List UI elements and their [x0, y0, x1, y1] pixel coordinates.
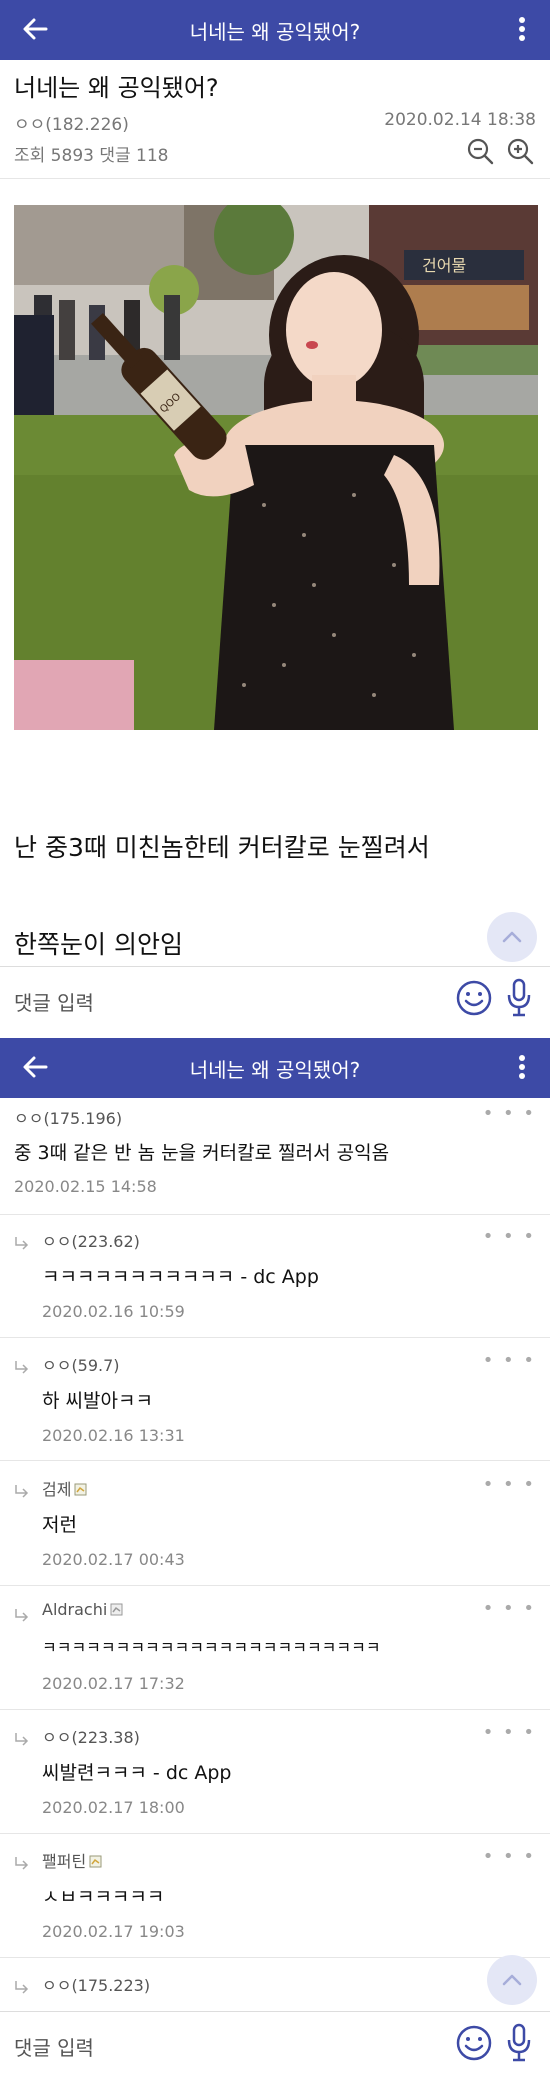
comment-more-button[interactable]: • • • — [483, 1598, 536, 1619]
scroll-top-button[interactable] — [487, 912, 537, 962]
reply-author[interactable]: Aldrachi — [42, 1600, 107, 1619]
post-stats: 조회 5893 댓글 118 — [14, 146, 169, 166]
post-author[interactable]: ㅇㅇ(182.226) — [14, 110, 129, 135]
photo-illustration: 건어물 QOO — [14, 205, 538, 730]
shop-sign-text: 건어물 — [422, 256, 466, 275]
comment-more-button[interactable]: • • • — [483, 1846, 536, 1867]
app-bar: 너네는 왜 공익됐어? — [0, 0, 550, 60]
reply-author[interactable]: 팰퍼틴 — [42, 1852, 86, 1871]
comment-author[interactable]: ㅇㅇ(175.196) — [14, 1105, 122, 1129]
reply-author[interactable]: ㅇㅇ(175.223) — [42, 1972, 150, 1996]
comment-text: 중 3때 같은 반 놈 눈을 커터칼로 찔러서 공익옴 — [14, 1142, 390, 1164]
comment-divider — [0, 1585, 550, 1586]
reply-author-with-badge[interactable]: 검제 — [42, 1476, 87, 1500]
reply-text: 씨발련ㅋㅋㅋ - dc App — [42, 1762, 232, 1784]
reply-text: ㅋㅋㅋㅋㅋㅋㅋㅋㅋㅋㅋㅋㅋㅋㅋㅋㅋㅋㅋㅋㅋㅋㅋ — [42, 1638, 381, 1657]
gallog-badge-icon — [89, 1855, 102, 1868]
comment-more-button[interactable]: • • • — [483, 1350, 536, 1371]
reply-author-with-badge[interactable]: 팰퍼틴 — [42, 1848, 102, 1872]
more-vertical-icon[interactable] — [516, 1052, 528, 1082]
comment-more-button[interactable]: • • • — [483, 1474, 536, 1495]
reply-date: 2020.02.16 13:31 — [42, 1426, 185, 1445]
reply-text: 하 씨발아ㅋㅋ — [42, 1390, 153, 1412]
reply-author-with-badge[interactable]: Aldrachi — [42, 1600, 123, 1619]
more-vertical-icon[interactable] — [516, 14, 528, 44]
mic-icon[interactable] — [505, 2022, 533, 2064]
app-bar-title-2: 너네는 왜 공익됐어? — [189, 1057, 361, 1082]
comment-more-button[interactable]: • • • — [483, 1103, 536, 1124]
post-screen: 너네는 왜 공익됐어? 너네는 왜 공익됐어? ㅇㅇ(182.226) 2020… — [0, 0, 550, 1030]
reply-arrow-icon — [15, 1485, 29, 1498]
reply-arrow-icon — [15, 1609, 29, 1622]
reply-author[interactable]: ㅇㅇ(59.7) — [42, 1352, 120, 1376]
comment-input[interactable]: 댓글 입력 — [14, 2032, 94, 2061]
post-body-line-1: 난 중3때 미친놈한테 커터칼로 눈찔려서 — [14, 833, 430, 862]
back-arrow-icon[interactable] — [20, 14, 50, 44]
comments-screen: 너네는 왜 공익됐어? ㅇㅇ(175.196) • • • 중 3때 같은 반 … — [0, 1030, 550, 2075]
comment-divider — [0, 1337, 550, 1338]
zoom-out-icon[interactable] — [466, 137, 494, 165]
post-body-line-2: 한쪽눈이 의안임 — [14, 930, 183, 959]
comment-divider — [0, 1214, 550, 1215]
app-bar-2: 너네는 왜 공익됐어? — [0, 1038, 550, 1098]
reply-arrow-icon — [15, 1981, 29, 1994]
gallog-badge-icon — [110, 1603, 123, 1616]
comment-divider — [0, 1709, 550, 1710]
comment-divider — [0, 1460, 550, 1461]
reply-date: 2020.02.17 17:32 — [42, 1674, 185, 1693]
reply-date: 2020.02.17 18:00 — [42, 1798, 185, 1817]
reply-arrow-icon — [15, 1237, 29, 1250]
reply-author[interactable]: 검제 — [42, 1480, 71, 1499]
reply-arrow-icon — [15, 1733, 29, 1746]
reply-arrow-icon — [15, 1361, 29, 1374]
emoji-icon[interactable] — [455, 979, 493, 1017]
comment-date: 2020.02.15 14:58 — [14, 1177, 157, 1196]
header-divider — [0, 178, 550, 179]
reply-date: 2020.02.17 00:43 — [42, 1550, 185, 1569]
comment-divider — [0, 1957, 550, 1958]
post-title: 너네는 왜 공익됐어? — [14, 74, 219, 102]
app-bar-title: 너네는 왜 공익됐어? — [189, 19, 361, 44]
reply-text: ㅋㅋㅋㅋㅋㅋㅋㅋㅋㅋㅋ - dc App — [42, 1266, 319, 1288]
post-photo[interactable]: 건어물 QOO — [14, 205, 538, 730]
reply-date: 2020.02.17 19:03 — [42, 1922, 185, 1941]
comment-more-button[interactable]: • • • — [483, 1226, 536, 1247]
scroll-top-button[interactable] — [487, 1955, 537, 2005]
comment-divider — [0, 1833, 550, 1834]
comment-more-button[interactable]: • • • — [483, 1722, 536, 1743]
reply-author[interactable]: ㅇㅇ(223.62) — [42, 1228, 140, 1252]
comment-input[interactable]: 댓글 입력 — [14, 987, 94, 1016]
post-datetime: 2020.02.14 18:38 — [384, 110, 536, 130]
reply-text: ㅅㅂㅋㅋㅋㅋㅋ — [42, 1886, 165, 1908]
comment-input-bar: 댓글 입력 — [0, 2011, 550, 2075]
gallog-badge-icon — [74, 1483, 87, 1496]
zoom-in-icon[interactable] — [506, 137, 534, 165]
back-arrow-icon[interactable] — [20, 1052, 50, 1082]
reply-text: 저런 — [42, 1514, 77, 1536]
reply-date: 2020.02.16 10:59 — [42, 1302, 185, 1321]
reply-author[interactable]: ㅇㅇ(223.38) — [42, 1724, 140, 1748]
mic-icon[interactable] — [505, 977, 533, 1019]
emoji-icon[interactable] — [455, 2024, 493, 2062]
scroll-top-icon — [502, 931, 522, 943]
scroll-top-icon — [502, 1974, 522, 1986]
comment-input-bar: 댓글 입력 — [0, 966, 550, 1030]
reply-arrow-icon — [15, 1857, 29, 1870]
